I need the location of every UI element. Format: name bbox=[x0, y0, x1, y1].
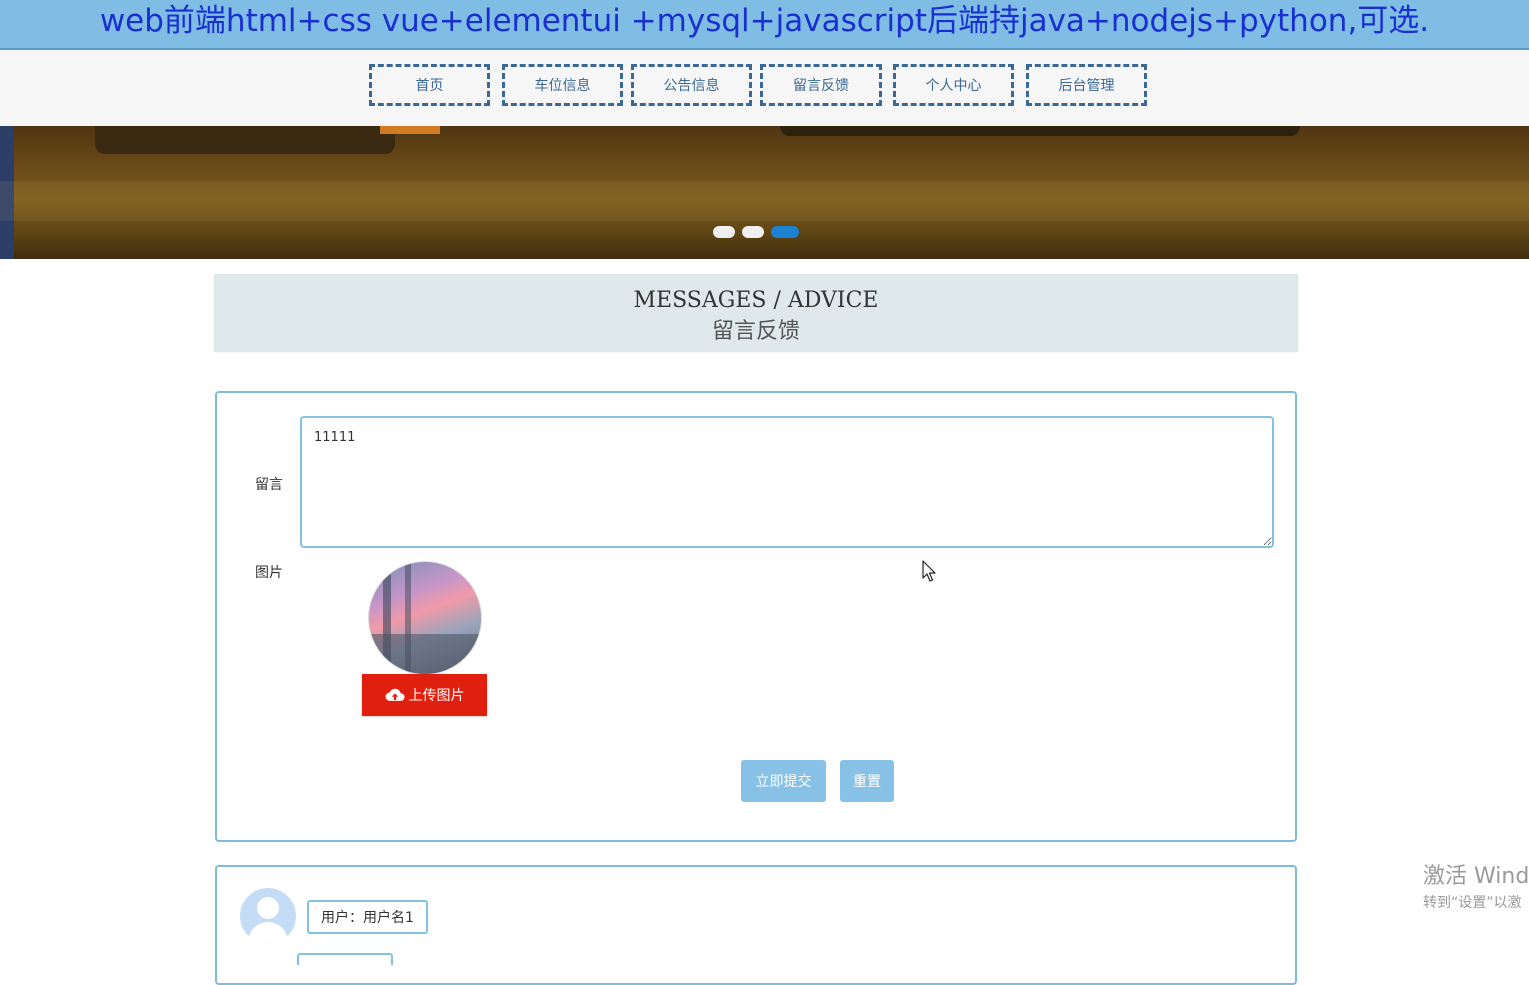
message-textarea[interactable] bbox=[300, 416, 1274, 548]
section-title-en: MESSAGES / ADVICE bbox=[633, 288, 879, 313]
carousel-dot[interactable] bbox=[713, 226, 735, 238]
image-label: 图片 bbox=[255, 565, 283, 581]
carousel-dots bbox=[713, 226, 799, 238]
hero-shape bbox=[780, 126, 1300, 136]
nav-bar: 首页 车位信息 公告信息 留言反馈 个人中心 后台管理 bbox=[0, 50, 1529, 126]
cloud-upload-icon bbox=[385, 688, 405, 701]
top-banner: web前端html+css vue+elementui +mysql+javas… bbox=[0, 0, 1529, 50]
message-item: 用户：用户名1 bbox=[215, 865, 1297, 985]
user-avatar-icon bbox=[240, 888, 296, 944]
nav-item-announcements[interactable]: 公告信息 bbox=[631, 64, 752, 106]
watermark-line2: 转到“设置”以激 bbox=[1423, 895, 1522, 911]
message-label: 留言 bbox=[255, 477, 283, 493]
feedback-form: 留言 图片 上传图片 立即提交 重置 bbox=[215, 391, 1297, 842]
watermark-line1: 激活 Wind bbox=[1423, 864, 1529, 889]
carousel-dot-active[interactable] bbox=[771, 226, 799, 238]
nav-item-profile[interactable]: 个人中心 bbox=[893, 64, 1014, 106]
nav-item-parking-info[interactable]: 车位信息 bbox=[502, 64, 623, 106]
nav-item-feedback[interactable]: 留言反馈 bbox=[760, 64, 882, 106]
hero-sheen bbox=[0, 181, 1529, 221]
nav-item-home[interactable]: 首页 bbox=[369, 64, 490, 106]
carousel-dot[interactable] bbox=[742, 226, 764, 238]
avatar-head bbox=[257, 897, 279, 919]
upload-image-button[interactable]: 上传图片 bbox=[362, 674, 487, 716]
hero-shape bbox=[95, 126, 395, 154]
mouse-pointer-icon bbox=[922, 560, 936, 582]
message-user-tag: 用户：用户名1 bbox=[307, 900, 428, 934]
top-banner-text: web前端html+css vue+elementui +mysql+javas… bbox=[99, 3, 1430, 39]
nav-item-admin[interactable]: 后台管理 bbox=[1026, 64, 1147, 106]
section-title-cn: 留言反馈 bbox=[711, 319, 800, 344]
activation-watermark: 激活 Wind 转到“设置”以激 bbox=[1423, 858, 1529, 912]
section-header: MESSAGES / ADVICE 留言反馈 bbox=[214, 274, 1298, 352]
preview-detail bbox=[369, 634, 481, 674]
upload-image-label: 上传图片 bbox=[408, 687, 465, 703]
uploaded-image-preview bbox=[368, 561, 482, 675]
avatar-body bbox=[248, 922, 288, 944]
reset-button[interactable]: 重置 bbox=[840, 760, 894, 802]
hero-shape bbox=[380, 126, 440, 134]
hero-carousel bbox=[0, 126, 1529, 259]
submit-button[interactable]: 立即提交 bbox=[741, 760, 826, 802]
message-content-tag bbox=[297, 953, 393, 965]
